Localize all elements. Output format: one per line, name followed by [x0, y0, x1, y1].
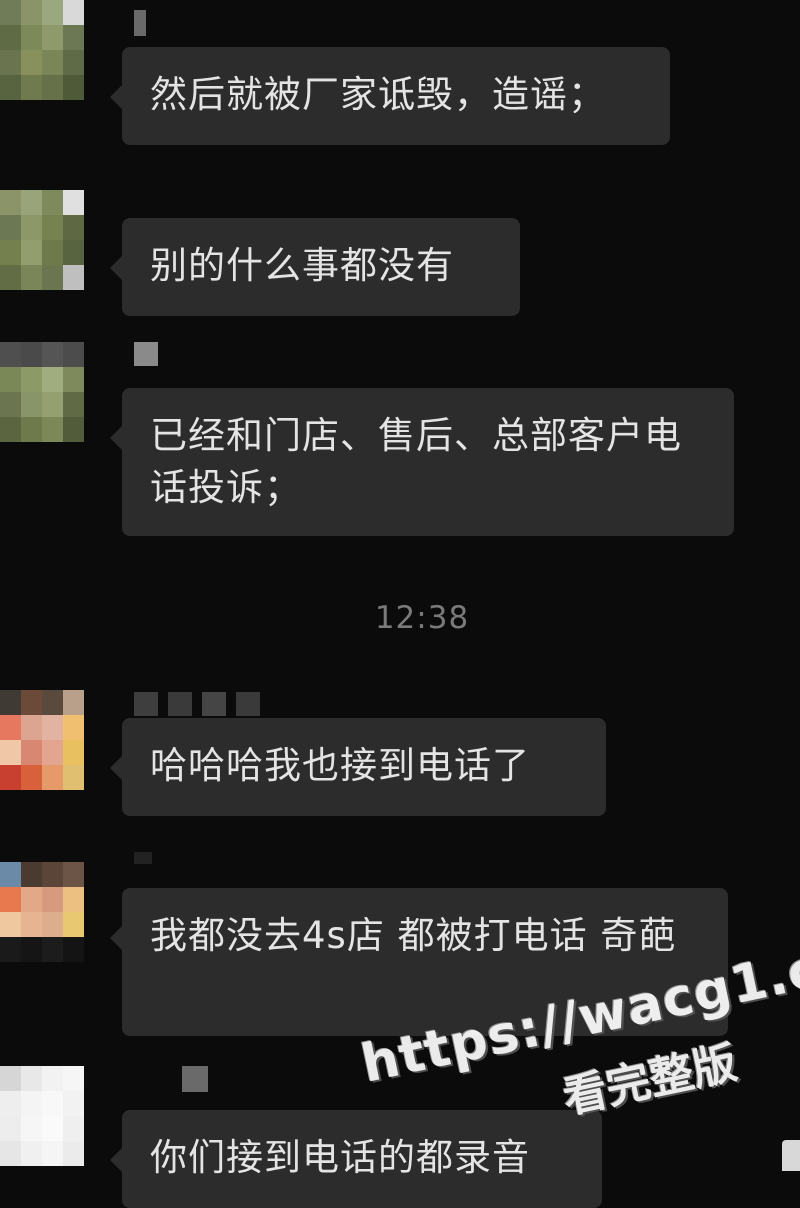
message-bubble[interactable]: 哈哈哈我也接到电话了 — [110, 718, 606, 816]
message-text: 你们接到电话的都录音 — [150, 1136, 530, 1179]
message-text: 哈哈哈我也接到电话了 — [150, 744, 530, 787]
avatar[interactable] — [0, 190, 84, 294]
message-text: 已经和门店、售后、总部客户电话投诉； — [150, 414, 682, 509]
message-text: 别的什么事都没有 — [150, 244, 454, 287]
message-bubble[interactable]: 别的什么事都没有 — [110, 218, 520, 316]
sender-name-mosaic — [134, 692, 260, 716]
message-bubble[interactable]: 已经和门店、售后、总部客户电话投诉； — [110, 388, 734, 536]
avatar[interactable] — [0, 0, 84, 118]
message-text: 然后就被厂家诋毁，造谣； — [150, 73, 606, 116]
chat-timestamp: 12:38 — [374, 600, 470, 636]
avatar[interactable] — [0, 342, 84, 442]
message-bubble[interactable]: 然后就被厂家诋毁，造谣； — [110, 47, 670, 145]
avatar[interactable] — [0, 1066, 84, 1171]
avatar[interactable] — [0, 862, 84, 962]
sender-name-mosaic — [134, 1066, 208, 1092]
message-bubble[interactable]: 你们接到电话的都录音 — [110, 1110, 602, 1208]
edge-badge — [782, 1140, 800, 1171]
sender-name-mosaic — [134, 852, 152, 864]
avatar[interactable] — [0, 690, 84, 790]
sender-name-mosaic — [134, 342, 158, 366]
sender-name-mosaic — [134, 10, 146, 36]
